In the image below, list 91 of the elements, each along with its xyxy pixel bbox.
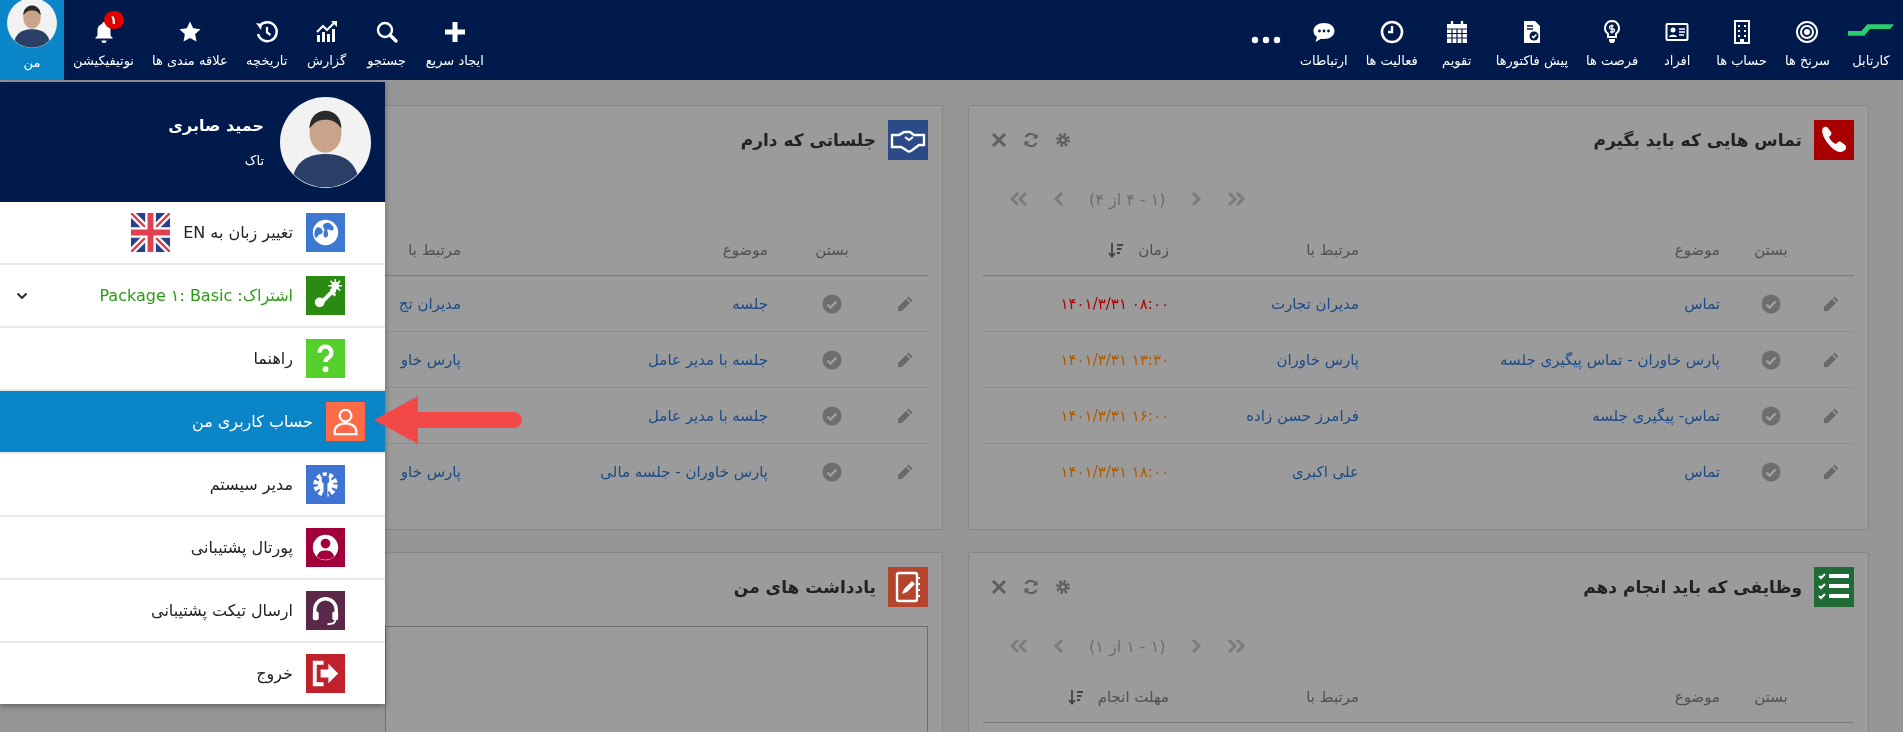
- menu-item[interactable]: مدیر سیستم: [0, 454, 385, 517]
- panel-title: وظایفی که باید انجام دهم: [1583, 577, 1802, 597]
- refresh-icon[interactable]: [1023, 579, 1039, 595]
- menu-item[interactable]: ارسال تیکت پشتیبانی: [0, 580, 385, 643]
- chevron-down-icon[interactable]: [16, 291, 28, 300]
- menu-item[interactable]: تغییر زبان به EN: [0, 202, 385, 265]
- avatar: [7, 0, 57, 48]
- column-header: زمان: [1138, 241, 1169, 259]
- nav-item[interactable]: جستجو: [356, 0, 417, 80]
- check-circle-icon[interactable]: [1761, 461, 1781, 482]
- gear-wrench-icon: [306, 465, 345, 504]
- nav-item[interactable]: من: [0, 0, 64, 80]
- target-icon: [1795, 20, 1820, 44]
- column-header: مرتبط با: [1306, 688, 1359, 706]
- nav-item[interactable]: گزارش: [296, 0, 357, 80]
- notebook-icon: [888, 567, 928, 607]
- double-chevron-right-icon[interactable]: [1225, 191, 1246, 207]
- flag-icon: [131, 213, 171, 252]
- close-icon[interactable]: [991, 132, 1007, 148]
- check-circle-icon[interactable]: [822, 349, 842, 370]
- column-header: موضوع: [1674, 241, 1720, 259]
- more-icon[interactable]: [1250, 36, 1281, 44]
- column-header: موضوع: [722, 241, 768, 259]
- search-icon: [374, 20, 399, 44]
- checklist-icon: [1814, 567, 1854, 607]
- chat-icon: [1311, 20, 1336, 44]
- nav-item[interactable]: حساب ها: [1707, 0, 1776, 80]
- menu-item[interactable]: اشتراک: Package ۱: Basic: [0, 265, 385, 328]
- check-circle-icon[interactable]: [822, 405, 842, 426]
- column-header: بستن: [815, 241, 849, 259]
- nav-item[interactable]: فرصت ها: [1577, 0, 1648, 80]
- check-circle-icon[interactable]: [1761, 349, 1781, 370]
- time-text: ۱۴۰۱/۳/۳۱ ۱۳:۳۰: [1060, 350, 1169, 369]
- menu-item[interactable]: حساب کاربری من: [0, 391, 385, 454]
- sort-icon[interactable]: [1108, 242, 1125, 258]
- handshake-icon: [888, 120, 928, 160]
- user-subtitle: تاک: [244, 153, 264, 168]
- nav-item[interactable]: کارتابل: [1839, 0, 1903, 80]
- clock-icon: [1379, 20, 1404, 44]
- time-text: ۱۴۰۱/۳/۳۱ ۰۸:۰۰: [1060, 294, 1169, 313]
- headset-icon: [306, 591, 345, 630]
- id-card-icon: [1665, 20, 1690, 44]
- nav-item[interactable]: تاریخچه: [236, 0, 297, 80]
- check-circle-icon[interactable]: [1761, 405, 1781, 426]
- user-name: حمید صابری: [168, 116, 264, 135]
- calendar-icon: [1444, 20, 1469, 44]
- check-circle-icon[interactable]: [1761, 293, 1781, 314]
- help-icon: [306, 339, 345, 378]
- nav-item[interactable]: ۱ نوتیفیکیشن: [64, 0, 143, 80]
- history-icon: [254, 20, 279, 44]
- column-header: بستن: [1754, 241, 1788, 259]
- nav-item[interactable]: ارتباطات: [1290, 0, 1357, 80]
- user-icon: [326, 402, 365, 441]
- chart-icon: [314, 20, 339, 44]
- menu-item[interactable]: پورتال پشتیبانی: [0, 517, 385, 580]
- globe-icon: [306, 213, 345, 252]
- panel-title: یادداشت های من: [733, 577, 876, 597]
- settings-icon[interactable]: [1055, 132, 1071, 148]
- phone-icon: [1814, 120, 1854, 160]
- nav-item[interactable]: افراد: [1647, 0, 1708, 80]
- column-header: مرتبط با: [1306, 241, 1359, 259]
- nav-item[interactable]: فعالیت ها: [1356, 0, 1427, 80]
- column-header: مهلت انجام: [1097, 688, 1169, 706]
- time-text: ۱۴۰۱/۳/۳۱ ۱۶:۰۰: [1060, 406, 1169, 425]
- exit-icon: [306, 654, 345, 693]
- star-icon: [177, 20, 202, 44]
- logo-icon: [1848, 22, 1894, 38]
- settings-icon[interactable]: [1055, 579, 1071, 595]
- column-header: مرتبط با: [408, 241, 461, 259]
- panel-title: تماس هایی که باید بگیرم: [1593, 130, 1802, 150]
- nav-item[interactable]: سرنخ ها: [1775, 0, 1839, 80]
- nav-item[interactable]: پیش فاکتورها: [1486, 0, 1578, 80]
- refresh-icon[interactable]: [1023, 132, 1039, 148]
- nav-item[interactable]: علاقه مندی ها: [143, 0, 237, 80]
- panel-title: جلساتی که دارم: [740, 130, 876, 150]
- check-circle-icon[interactable]: [822, 461, 842, 482]
- column-header: موضوع: [1674, 688, 1720, 706]
- notification-badge: ۱: [103, 11, 124, 29]
- sort-icon[interactable]: [1067, 689, 1084, 705]
- nav-item[interactable]: ایجاد سریع: [416, 0, 493, 80]
- check-circle-icon[interactable]: [822, 293, 842, 314]
- key-icon: [306, 276, 345, 315]
- time-text: ۱۴۰۱/۳/۳۱ ۱۸:۰۰: [1060, 462, 1169, 481]
- double-chevron-left-icon[interactable]: [1009, 638, 1029, 654]
- column-header: بستن: [1754, 688, 1788, 706]
- close-icon[interactable]: [991, 579, 1007, 595]
- double-chevron-left-icon[interactable]: [1009, 191, 1029, 207]
- double-chevron-right-icon[interactable]: [1225, 638, 1246, 654]
- menu-item[interactable]: خروج: [0, 643, 385, 704]
- plus-icon: [442, 20, 467, 44]
- nav-item[interactable]: تقویم: [1426, 0, 1487, 80]
